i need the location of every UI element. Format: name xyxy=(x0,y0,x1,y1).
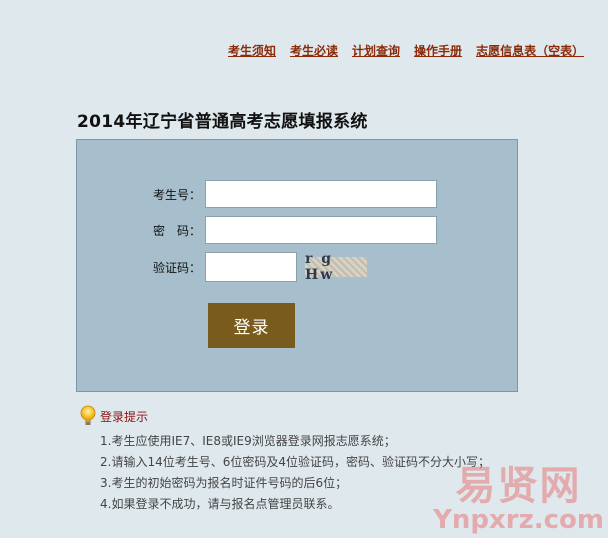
lightbulb-icon xyxy=(80,405,96,425)
password-label: 密 码： xyxy=(152,223,201,238)
tip-item: 3.考生的初始密码为报名时证件号码的后6位； xyxy=(100,476,348,490)
nav-blank-form[interactable]: 志愿信息表（空表） xyxy=(476,42,584,59)
tips-list: 1.考生应使用IE7、IE8或IE9浏览器登录网报志愿系统； 2.请输入14位考… xyxy=(100,431,490,515)
nav-candidate-notice[interactable]: 考生须知 xyxy=(228,42,276,59)
password-input[interactable] xyxy=(205,216,437,244)
tip-item: 1.考生应使用IE7、IE8或IE9浏览器登录网报志愿系统； xyxy=(100,434,396,448)
candidate-row: 考生号： xyxy=(77,180,437,208)
page-title: 2014年辽宁省普通高考志愿填报系统 xyxy=(77,112,368,132)
nav-plan-query[interactable]: 计划查询 xyxy=(352,42,400,59)
login-tips: 登录提示 1.考生应使用IE7、IE8或IE9浏览器登录网报志愿系统； 2.请输… xyxy=(80,405,490,515)
candidate-label: 考生号： xyxy=(152,187,201,202)
captcha-label: 验证码： xyxy=(152,260,201,275)
login-panel: 考生号： 密 码： 验证码： r g Hw 登录 xyxy=(76,139,518,392)
password-row: 密 码： xyxy=(77,216,437,244)
top-nav: 考生须知 考生必读 计划查询 操作手册 志愿信息表（空表） xyxy=(228,42,608,59)
tips-heading: 登录提示 xyxy=(100,409,149,424)
captcha-image[interactable]: r g Hw xyxy=(305,251,367,283)
tip-item: 4.如果登录不成功，请与报名点管理员联系。 xyxy=(100,497,340,511)
tips-header: 登录提示 xyxy=(80,405,490,427)
nav-manual[interactable]: 操作手册 xyxy=(414,42,462,59)
candidate-number-input[interactable] xyxy=(205,180,437,208)
captcha-input[interactable] xyxy=(205,252,297,282)
nav-must-read[interactable]: 考生必读 xyxy=(290,42,338,59)
tip-item: 2.请输入14位考生号、6位密码及4位验证码，密码、验证码不分大小写； xyxy=(100,455,490,469)
login-button[interactable]: 登录 xyxy=(208,303,295,348)
captcha-row: 验证码： r g Hw xyxy=(77,251,367,283)
